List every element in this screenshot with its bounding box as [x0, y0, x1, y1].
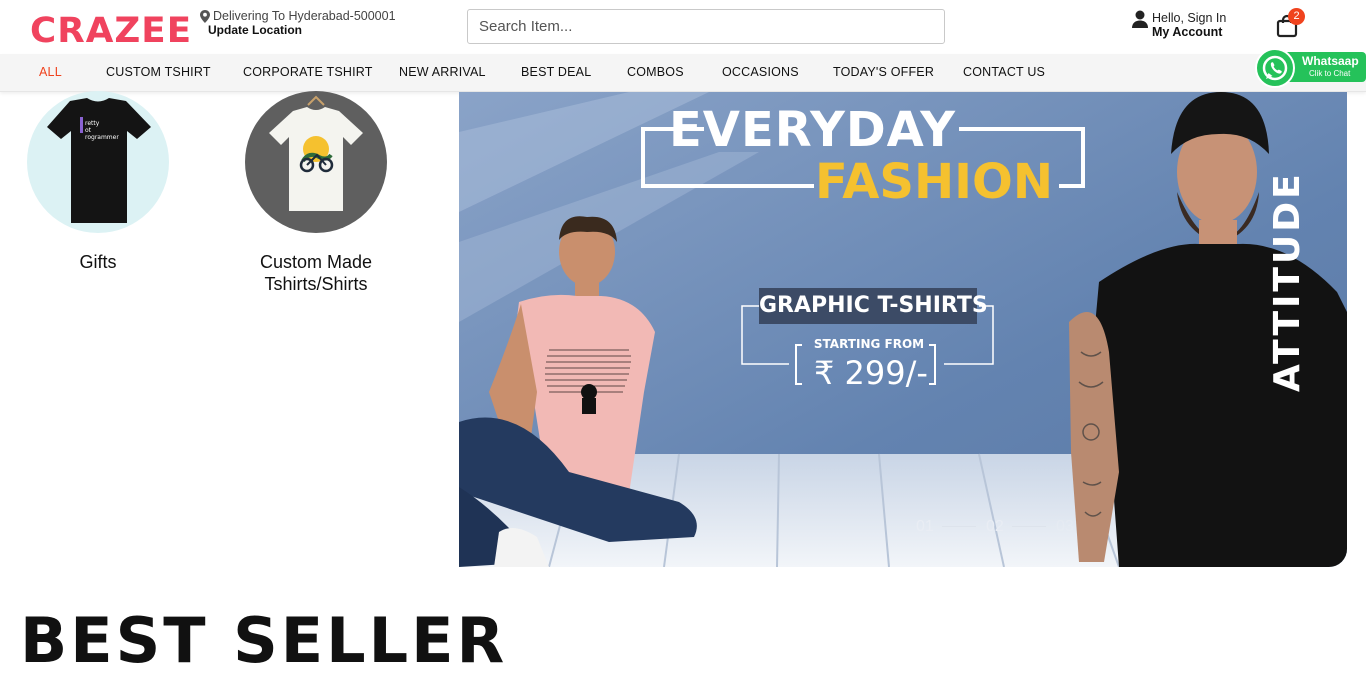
banner-graphic-tshirts: GRAPHIC T-SHIRTS — [759, 288, 988, 324]
slide-indicator-divider — [1012, 526, 1046, 527]
nav-item-custom-tshirt[interactable]: CUSTOM TSHIRT — [106, 54, 211, 91]
svg-text:retty: retty — [85, 120, 100, 127]
banner-title-fashion: FASHION — [815, 154, 1054, 210]
top-header: CRAZEE Delivering To Hyderabad-500001 Up… — [0, 0, 1366, 54]
user-icon — [1132, 10, 1148, 28]
slide-indicator-divider — [942, 526, 976, 527]
slide-indicator-1[interactable]: 01 — [916, 518, 934, 536]
category-gifts-label: Gifts — [79, 252, 117, 272]
my-account-link[interactable]: My Account — [1152, 25, 1222, 39]
nav-item-contact-us[interactable]: CONTACT US — [963, 54, 1045, 91]
whatsapp-chat-button[interactable]: Whatsaap Clik to Chat — [1255, 48, 1366, 88]
cart-count-badge: 2 — [1288, 8, 1305, 25]
whatsapp-icon — [1262, 55, 1288, 81]
category-gifts-image: retty ot rogrammer — [27, 91, 169, 233]
brand-logo[interactable]: CRAZEE — [30, 12, 192, 50]
nav-item-all[interactable]: ALL — [39, 54, 62, 91]
svg-text:ot: ot — [85, 127, 92, 134]
nav-item-todays-offer[interactable]: TODAY'S OFFER — [833, 54, 934, 91]
best-seller-heading: BEST SELLER — [20, 604, 508, 677]
banner-title-everyday: EVERYDAY — [669, 102, 956, 158]
location-pin-icon — [200, 10, 210, 23]
nav-item-best-deal[interactable]: BEST DEAL — [521, 54, 591, 91]
banner-starting-from: STARTING FROM — [813, 337, 925, 351]
nav-item-combos[interactable]: COMBOS — [627, 54, 684, 91]
slide-indicator-3[interactable]: 03 — [1056, 518, 1074, 536]
delivery-location-text: Delivering To Hyderabad-500001 — [213, 9, 396, 23]
update-location-link[interactable]: Update Location — [208, 23, 302, 37]
banner-attitude-print: ATTITUDE — [1267, 171, 1308, 392]
sign-in-greeting: Hello, Sign In — [1152, 11, 1227, 25]
whatsapp-icon-circle — [1255, 48, 1295, 88]
whatsapp-subtitle: Clik to Chat — [1309, 69, 1351, 78]
nav-item-corporate-tshirt[interactable]: CORPORATE TSHIRT — [243, 54, 373, 91]
black-tshirt-image: retty ot rogrammer — [47, 98, 151, 223]
svg-text:rogrammer: rogrammer — [85, 134, 119, 141]
slide-indicator-2[interactable]: 02 — [986, 518, 1004, 536]
nav-item-new-arrival[interactable]: NEW ARRIVAL — [399, 54, 486, 91]
hero-banner-slider[interactable]: EVERYDAY FASHION GRAPHIC T-SHIRTS STARTI… — [459, 92, 1347, 567]
white-tshirt-image — [269, 95, 363, 211]
whatsapp-title: Whatsaap — [1302, 54, 1359, 68]
main-nav: ALL CUSTOM TSHIRT CORPORATE TSHIRT NEW A… — [0, 54, 1366, 92]
category-custom-made-label-line1: Custom Made — [259, 252, 373, 272]
search-input[interactable] — [467, 9, 945, 44]
banner-price: ₹ 299/- — [814, 354, 928, 392]
category-custom-made-image — [245, 91, 387, 233]
nav-item-occasions[interactable]: OCCASIONS — [722, 54, 799, 91]
category-custom-made-label-line2: Tshirts/Shirts — [264, 274, 368, 294]
